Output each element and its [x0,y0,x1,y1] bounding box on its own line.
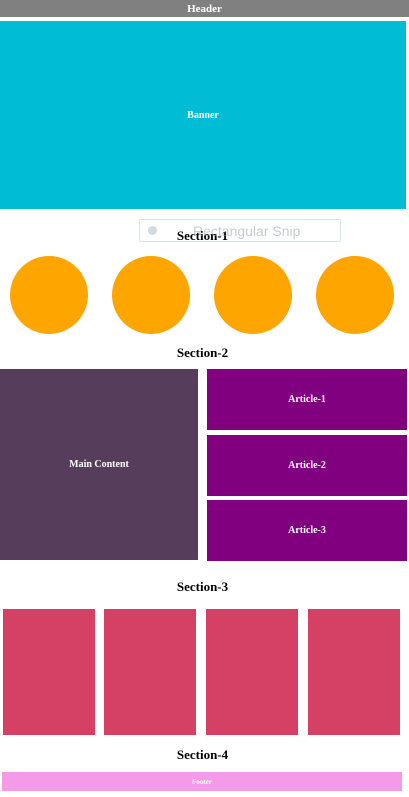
article-3: Article-3 [207,500,407,561]
article-2-label: Article-2 [288,460,326,471]
section-4-title-text: Section-4 [176,747,229,762]
article-3-label: Article-3 [288,525,326,536]
section-2-title-text: Section-2 [176,345,229,360]
card-item [3,609,95,735]
circle-item [112,256,190,334]
circle-item [214,256,292,334]
circle-item [316,256,394,334]
card-item [308,609,400,735]
circle-item [10,256,88,334]
snip-mode-icon [148,226,157,235]
section-3-title-text: Section-3 [176,579,229,594]
article-1-label: Article-1 [288,394,326,405]
article-1: Article-1 [207,369,407,430]
snip-overlay-text: Rectangular Snip [193,222,301,239]
banner: Banner [0,21,406,209]
footer: Footer [2,772,402,791]
main-content-label: Main Content [69,459,129,470]
section-4-title: Section-4 [0,745,405,765]
banner-label: Banner [187,109,219,121]
main-content: Main Content [0,369,198,560]
card-item [104,609,196,735]
card-item [206,609,298,735]
snip-overlay: Rectangular Snip [139,219,341,242]
section-3-title: Section-3 [0,577,405,597]
section-2-title: Section-2 [0,343,405,363]
article-2: Article-2 [207,435,407,496]
footer-label: Footer [192,777,212,786]
header-label: Header [187,2,222,15]
header: Header [0,0,409,17]
